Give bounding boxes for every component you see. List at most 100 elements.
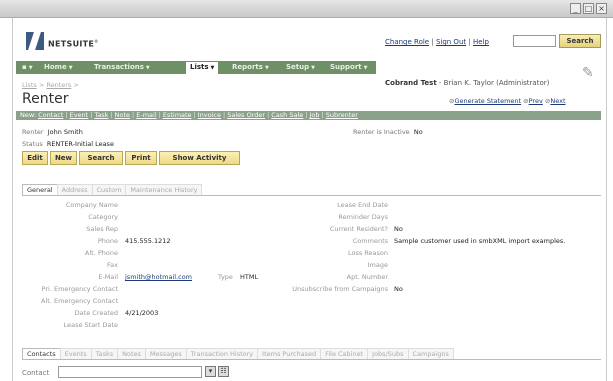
help-link[interactable]: Help <box>473 38 489 46</box>
nav-tab-transactions[interactable]: Transactions ▼ <box>90 61 154 74</box>
nav-tab-support[interactable]: Support ▼ <box>326 61 372 74</box>
new-event[interactable]: Event <box>70 111 89 119</box>
related-tab-divider <box>22 359 601 360</box>
field-label: E-Mail <box>98 273 118 281</box>
change-role-link[interactable]: Change Role <box>385 38 429 46</box>
print-button[interactable]: Print <box>125 151 157 165</box>
newbar-separator: | <box>132 111 135 119</box>
tab-campaigns[interactable]: Campaigns <box>407 348 454 359</box>
maximize-button[interactable]: □ <box>583 3 594 14</box>
nav-tab-reports[interactable]: Reports ▼ <box>228 61 273 74</box>
new-subrenter[interactable]: Subrenter <box>326 111 358 119</box>
newbar-separator: | <box>305 111 308 119</box>
page-title: Renter <box>22 91 69 107</box>
field-label: Date Created <box>74 309 118 317</box>
tab-contacts[interactable]: Contacts <box>22 348 61 359</box>
nav-tab-home[interactable]: Home ▼ <box>40 61 77 74</box>
newbar-separator: | <box>223 111 226 119</box>
related-subtabs: Contacts Events Tasks Notes Messages Transact… <box>22 348 454 359</box>
newbar-separator: | <box>193 111 196 119</box>
field-value: Sample customer used in smbXML import ex… <box>394 237 566 245</box>
field-label: Phone <box>97 237 118 245</box>
tab-tasks[interactable]: Tasks <box>90 348 119 359</box>
chevron-down-icon: ▼ <box>363 65 368 71</box>
new-record-bar: New: Contact | Event | Task | Note | E-mail | Esti… <box>16 111 601 120</box>
nav-menu-toggle[interactable]: ▪ ▼ <box>18 61 37 74</box>
field-label: Reminder Days <box>338 213 388 221</box>
global-search-button[interactable]: Search <box>559 34 601 48</box>
tab-general[interactable]: General <box>22 184 58 195</box>
new-job[interactable]: Job <box>309 111 319 119</box>
next-link[interactable]: Next <box>550 97 565 105</box>
email-link[interactable]: jsmith@hotmail.com <box>125 273 192 281</box>
status-summary: Status RENTER-Initial Lease <box>22 140 114 148</box>
tab-file-cabinet[interactable]: File Cabinet <box>320 348 369 359</box>
chevron-down-icon: ▼ <box>311 65 315 71</box>
field-label: Category <box>88 213 118 221</box>
list-icon[interactable]: ☷ <box>218 366 229 377</box>
field-label: Sales Rep <box>86 225 118 233</box>
tab-items-purchased[interactable]: Items Purchased <box>257 348 322 359</box>
field-label: Lease End Date <box>337 201 388 209</box>
field-label: Fax <box>107 261 118 269</box>
tab-jobs-subs[interactable]: Jobs/Subs <box>367 348 409 359</box>
tab-maintenance-history[interactable]: Maintenance History <box>125 184 203 195</box>
new-button[interactable]: New <box>50 151 77 165</box>
field-label: Loss Reason <box>347 249 388 257</box>
field-label: Apt. Number <box>346 273 388 281</box>
minimize-button[interactable]: _ <box>570 3 581 14</box>
generate-statement-link[interactable]: Generate Statement <box>454 97 521 105</box>
select-dropdown-icon[interactable]: ▾ <box>205 366 216 377</box>
new-contact[interactable]: Contact <box>38 111 63 119</box>
new-task[interactable]: Task <box>94 111 108 119</box>
sign-out-link[interactable]: Sign Out <box>436 38 466 46</box>
record-subtabs: General Address Custom Maintenance History <box>22 184 203 195</box>
tab-address[interactable]: Address <box>56 184 93 195</box>
new-invoice[interactable]: Invoice <box>198 111 221 119</box>
tab-events[interactable]: Events <box>59 348 92 359</box>
newbar-separator: | <box>90 111 93 119</box>
new-estimate[interactable]: Estimate <box>163 111 192 119</box>
new-e-mail[interactable]: E-mail <box>136 111 156 119</box>
nav-tab-setup[interactable]: Setup ▼ <box>282 61 319 74</box>
chevron-down-icon: ▼ <box>210 65 215 71</box>
chevron-down-icon: ▼ <box>145 65 150 71</box>
field-label: Alt. Phone <box>84 249 118 257</box>
field-value: 415.555.1212 <box>125 237 171 245</box>
tab-transaction-history[interactable]: Transaction History <box>185 348 259 359</box>
record-links: ⊘Generate Statement ⊘Prev ⊘Next <box>449 97 566 105</box>
field-label: Lease Start Date <box>63 321 118 329</box>
new-note[interactable]: Note <box>115 111 130 119</box>
inactive-summary: Renter is Inactive No <box>353 128 423 136</box>
field-label: Alt. Emergency Contact <box>41 297 118 305</box>
newbar-separator: | <box>267 111 270 119</box>
breadcrumb-renters[interactable]: Renters <box>46 81 71 89</box>
tab-divider <box>22 195 601 196</box>
field-label: Unsubscribe from Campaigns <box>292 285 388 293</box>
edit-button[interactable]: Edit <box>22 151 48 165</box>
tab-custom[interactable]: Custom <box>91 184 127 195</box>
new-cash-sale[interactable]: Cash Sale <box>271 111 303 119</box>
contact-label: Contact <box>22 369 50 377</box>
email-type-label: Type <box>218 273 233 281</box>
chevron-down-icon: ▼ <box>68 65 73 71</box>
global-search-input[interactable] <box>513 35 556 47</box>
top-links: Change Role | Sign Out | Help <box>385 38 489 46</box>
show-activity-button[interactable]: Show Activity <box>159 151 240 165</box>
email-type-value: HTML <box>240 273 259 281</box>
field-label: Pri. Emergency Contact <box>41 285 118 293</box>
search-button[interactable]: Search <box>79 151 123 165</box>
breadcrumb: Lists > Renters > <box>22 81 79 89</box>
tools-icon[interactable]: ✎ <box>582 65 600 83</box>
field-label: Image <box>367 261 388 269</box>
nav-tab-lists[interactable]: Lists ▼ <box>186 62 219 74</box>
tab-notes[interactable]: Notes <box>117 348 146 359</box>
tab-messages[interactable]: Messages <box>144 348 187 359</box>
prev-link[interactable]: Prev <box>529 97 543 105</box>
contact-input[interactable] <box>58 366 202 378</box>
new-sales-order[interactable]: Sales Order <box>227 111 265 119</box>
breadcrumb-lists[interactable]: Lists <box>22 81 37 89</box>
netsuite-logo-icon[interactable] <box>26 32 44 50</box>
field-label: Company Name <box>65 201 118 209</box>
close-button[interactable]: × <box>596 3 607 14</box>
